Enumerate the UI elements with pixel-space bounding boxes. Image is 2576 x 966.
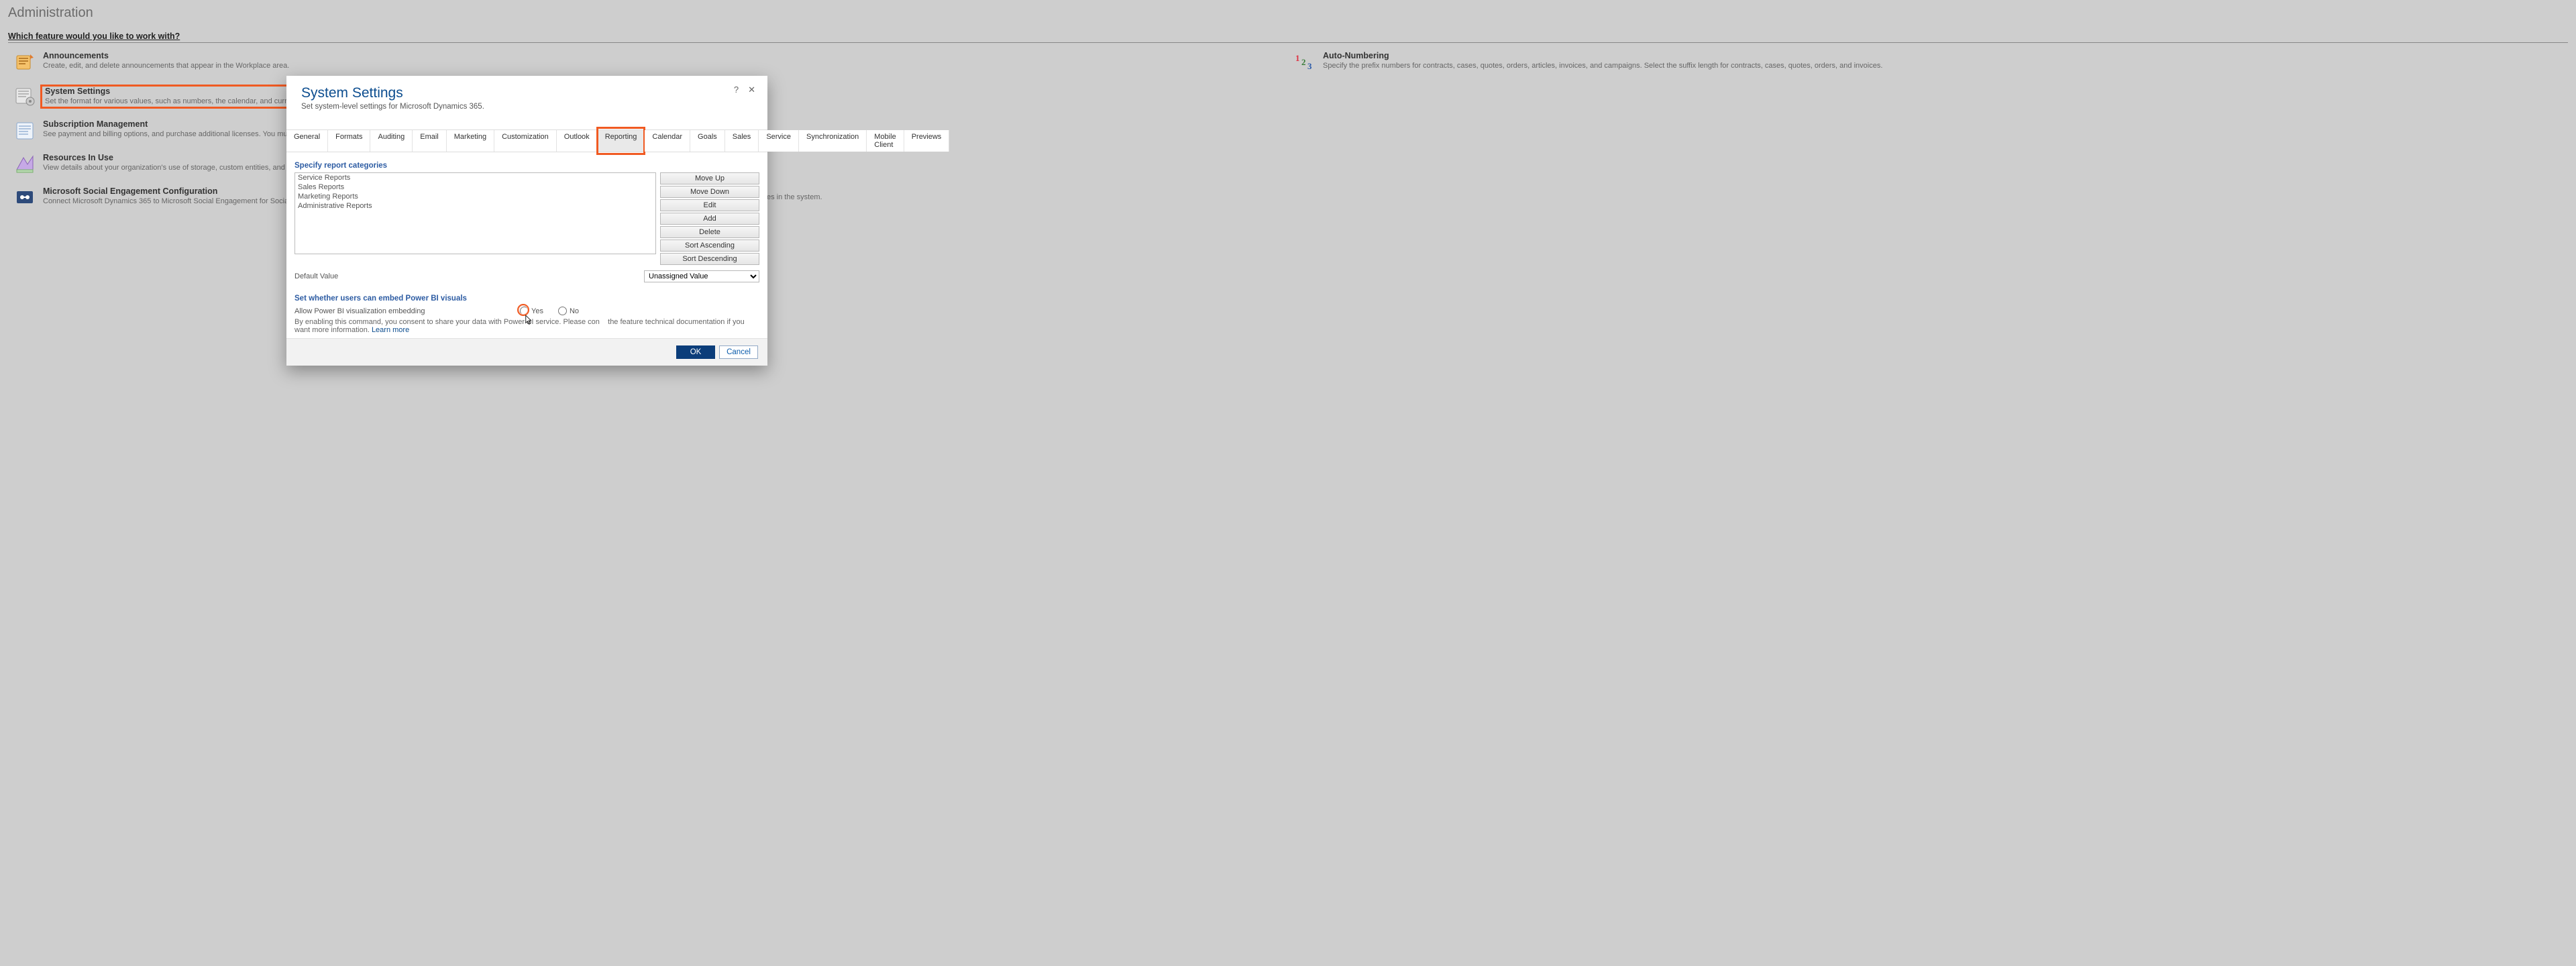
default-value-select[interactable]: Unassigned Value xyxy=(644,270,759,282)
category-item[interactable]: Service Reports xyxy=(295,173,655,182)
tab-previews[interactable]: Previews xyxy=(904,130,950,152)
svg-text:2: 2 xyxy=(1301,57,1306,67)
system-settings-dialog: System Settings Set system-level setting… xyxy=(286,76,767,366)
category-item[interactable]: Marketing Reports xyxy=(295,192,655,201)
resources-icon xyxy=(13,153,36,176)
cancel-button[interactable]: Cancel xyxy=(719,345,758,359)
tab-sales[interactable]: Sales xyxy=(725,130,759,152)
tab-service[interactable]: Service xyxy=(759,130,799,152)
settings-icon xyxy=(13,85,36,107)
page-title: Administration xyxy=(8,4,2568,22)
tab-reporting[interactable]: Reporting xyxy=(598,130,645,152)
close-icon[interactable]: ✕ xyxy=(748,85,755,94)
tab-calendar[interactable]: Calendar xyxy=(645,130,690,152)
feature-title: Auto-Numbering xyxy=(1323,51,1882,60)
feature-item[interactable]: 123 Auto-NumberingSpecify the prefix numb… xyxy=(1288,47,2568,80)
tab-auditing[interactable]: Auditing xyxy=(370,130,413,152)
powerbi-yes-radio[interactable]: Yes xyxy=(520,307,543,315)
radio-yes-label: Yes xyxy=(531,307,543,315)
svg-text:3: 3 xyxy=(1307,61,1312,71)
powerbi-setting-label: Allow Power BI visualization embedding xyxy=(294,307,505,315)
tab-email[interactable]: Email xyxy=(413,130,447,152)
tab-general[interactable]: General xyxy=(286,130,328,152)
powerbi-no-radio[interactable]: No xyxy=(558,307,579,315)
feature-description: Create, edit, and delete announcements t… xyxy=(43,61,289,71)
tab-marketing[interactable]: Marketing xyxy=(447,130,494,152)
tab-mobile-client[interactable]: Mobile Client xyxy=(867,130,904,152)
tab-customization[interactable]: Customization xyxy=(494,130,557,152)
powerbi-consent-text: By enabling this command, you consent to… xyxy=(294,318,759,334)
delete-button[interactable]: Delete xyxy=(660,226,759,238)
announce-icon xyxy=(13,51,36,74)
feature-description: Connect Microsoft Dynamics 365 to Micros… xyxy=(43,197,318,207)
dialog-title: System Settings xyxy=(301,85,753,101)
sort-descending-button[interactable]: Sort Descending xyxy=(660,253,759,265)
default-value-label: Default Value xyxy=(294,272,644,280)
learn-more-link[interactable]: Learn more xyxy=(372,326,409,334)
obscured-text-fragment: es in the system. xyxy=(767,193,822,201)
category-item[interactable]: Sales Reports xyxy=(295,182,655,192)
radio-no-label: No xyxy=(570,307,579,315)
ok-button[interactable]: OK xyxy=(676,345,715,359)
page-subtitle: Which feature would you like to work wit… xyxy=(8,32,2568,43)
tab-formats[interactable]: Formats xyxy=(328,130,370,152)
category-item[interactable]: Administrative Reports xyxy=(295,201,655,211)
subscription-icon xyxy=(13,119,36,142)
help-icon[interactable]: ? xyxy=(734,85,739,94)
tab-synchronization[interactable]: Synchronization xyxy=(799,130,867,152)
dialog-subtitle: Set system-level settings for Microsoft … xyxy=(301,103,753,111)
autonumber-icon: 123 xyxy=(1293,51,1316,74)
move-down-button[interactable]: Move Down xyxy=(660,186,759,198)
report-categories-listbox[interactable]: Service ReportsSales ReportsMarketing Re… xyxy=(294,172,656,254)
section-report-categories-label: Specify report categories xyxy=(294,162,759,170)
tab-goals[interactable]: Goals xyxy=(690,130,725,152)
feature-title: Announcements xyxy=(43,51,289,60)
dialog-tabbar: GeneralFormatsAuditingEmailMarketingCust… xyxy=(286,129,767,152)
edit-button[interactable]: Edit xyxy=(660,199,759,211)
tab-outlook[interactable]: Outlook xyxy=(557,130,598,152)
section-powerbi-label: Set whether users can embed Power BI vis… xyxy=(294,294,759,303)
feature-title: Microsoft Social Engagement Configuratio… xyxy=(43,186,318,196)
add-button[interactable]: Add xyxy=(660,213,759,225)
svg-text:1: 1 xyxy=(1295,53,1300,63)
feature-description: Specify the prefix numbers for contracts… xyxy=(1323,61,1882,71)
move-up-button[interactable]: Move Up xyxy=(660,172,759,184)
social-icon xyxy=(13,186,36,209)
highlight-box xyxy=(596,127,646,155)
sort-ascending-button[interactable]: Sort Ascending xyxy=(660,239,759,252)
